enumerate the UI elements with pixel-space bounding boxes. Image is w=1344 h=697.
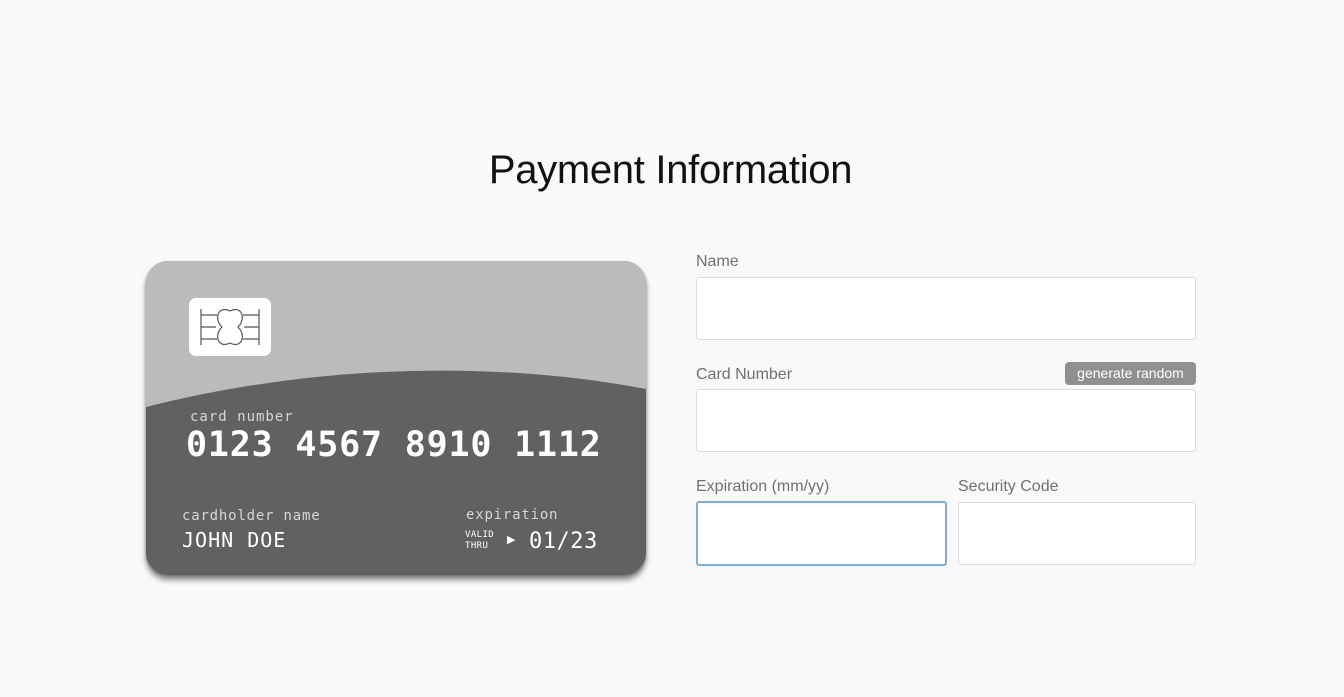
cardholder-name-display: JOHN DOE: [182, 528, 287, 552]
cardholder-label: cardholder name: [182, 508, 321, 524]
security-code-input[interactable]: [958, 502, 1196, 565]
card-number-display: 0123 4567 8910 1112: [186, 425, 602, 465]
valid-thru-line1: VALID: [465, 530, 495, 540]
payment-page: Payment Information card number 0123 456…: [0, 0, 1344, 697]
name-input[interactable]: [696, 277, 1196, 340]
arrow-right-icon: ▶: [507, 534, 516, 546]
page-title: Payment Information: [488, 148, 853, 192]
generate-random-button[interactable]: generate random: [1065, 362, 1196, 385]
card-number-field-label: Card Number: [696, 366, 793, 383]
chip-icon: [189, 298, 271, 356]
valid-thru-line2: THRU: [465, 541, 489, 551]
name-label: Name: [696, 253, 739, 270]
expiration-field-label: Expiration (mm/yy): [696, 478, 830, 495]
credit-card-preview: card number 0123 4567 8910 1112 cardhold…: [146, 261, 646, 575]
expiration-label: expiration: [466, 507, 559, 523]
expiration-display: 01/23: [529, 529, 598, 554]
security-code-label: Security Code: [958, 478, 1059, 495]
card-number-input[interactable]: [696, 389, 1196, 452]
valid-thru-label: VALID THRU: [465, 530, 494, 552]
card-number-label: card number: [190, 409, 294, 425]
expiration-input[interactable]: [696, 501, 947, 566]
